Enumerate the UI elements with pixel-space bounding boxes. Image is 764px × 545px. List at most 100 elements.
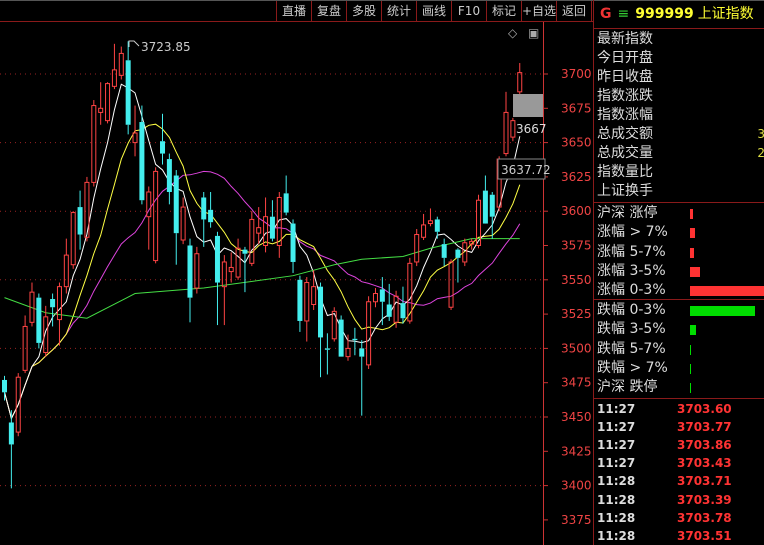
candle	[338, 315, 344, 357]
stock-name: 上证指数	[697, 6, 754, 22]
candle	[324, 333, 330, 375]
candle-body	[510, 120, 516, 138]
value-box-label: 3637.72	[501, 163, 551, 177]
distribution-bar	[690, 228, 695, 239]
candle-body	[153, 170, 159, 262]
info-row: 总成交量 2	[597, 144, 764, 163]
distribution-label: 跌幅 > 7%	[597, 359, 668, 376]
g-icon[interactable]: G	[600, 6, 612, 22]
quote-panel: G ≡ 999999 上证指数 最新指数 今日开盘 昨日收盘 指数涨跌 指数涨幅 总成交额 3 总成…	[593, 0, 764, 545]
candle-body	[318, 286, 324, 338]
candle	[311, 270, 317, 310]
info-row: 最新指数	[597, 30, 764, 49]
y-tick-label: 3450	[561, 410, 592, 424]
tick-row: 11:28 3703.51	[597, 527, 764, 545]
candle-body	[201, 197, 207, 220]
y-tick-label: 3400	[561, 479, 592, 493]
candle-body	[125, 60, 131, 125]
candle-body	[50, 299, 56, 308]
candle-body	[359, 348, 365, 357]
annotations: 3723.85 3667 3637.72 ◇ ▣	[128, 26, 551, 180]
y-tick-label: 3550	[561, 273, 592, 287]
candle-body	[366, 301, 372, 366]
toolbar-button[interactable]: 复盘	[311, 1, 346, 21]
info-label: 指数涨跌	[597, 88, 653, 104]
candle	[256, 207, 262, 245]
candle	[194, 246, 200, 294]
candle-body	[434, 219, 440, 232]
candle	[166, 153, 172, 205]
candle-body	[283, 193, 289, 213]
candle	[482, 175, 488, 224]
window-icon[interactable]: ▣	[528, 26, 539, 40]
y-tick-label: 3675	[561, 101, 592, 115]
candle	[214, 231, 220, 326]
toolbar-button[interactable]: 标记	[486, 1, 521, 21]
candle	[366, 296, 372, 369]
candle-body	[91, 105, 97, 183]
info-row: 指数涨跌	[597, 87, 764, 106]
tick-price: 3703.77	[677, 420, 732, 435]
candle-body	[242, 249, 248, 254]
tick-price: 3703.60	[677, 402, 732, 416]
info-label: 指数量比	[597, 164, 653, 180]
stock-code: 999999	[635, 6, 694, 22]
toolbar-button[interactable]: 画线	[416, 1, 451, 21]
candle	[386, 283, 392, 321]
toolbar-button[interactable]: 多股	[346, 1, 381, 21]
candle	[139, 105, 145, 205]
candle	[2, 375, 7, 401]
candle-body	[441, 244, 447, 258]
distribution-row: 跌幅 0-3%	[597, 301, 764, 320]
tick-time: 11:27	[597, 402, 636, 416]
info-row: 昨日收盘	[597, 68, 764, 87]
distribution-label: 跌幅 5-7%	[597, 340, 666, 357]
toolbar-button[interactable]: F10	[451, 1, 486, 21]
candle-body	[311, 286, 317, 305]
candle	[111, 43, 117, 90]
candle-body	[400, 303, 406, 319]
distribution-bar	[690, 209, 693, 219]
distribution-row: 沪深 涨停	[597, 204, 764, 223]
toolbar-button[interactable]: +自选	[521, 1, 556, 21]
menu-icon[interactable]: ≡	[618, 6, 630, 22]
candle	[242, 246, 248, 293]
candle-body	[214, 235, 220, 283]
candle	[98, 82, 104, 125]
candle	[105, 82, 111, 124]
candle-body	[304, 282, 310, 322]
candle-body	[414, 234, 420, 263]
distribution-bar	[690, 383, 691, 394]
ma10-line	[4, 123, 521, 420]
distribution-bar	[690, 344, 691, 355]
candle-body	[256, 227, 262, 234]
candle-body	[173, 175, 179, 234]
candle	[414, 229, 420, 267]
candle-body	[180, 206, 186, 241]
candle	[269, 200, 275, 242]
toolbar-button[interactable]: 直播	[276, 1, 311, 21]
candle-body	[70, 212, 76, 266]
candle	[469, 238, 475, 250]
distribution-row: 跌幅 3-5%	[597, 320, 764, 339]
tick-row: 11:27 3703.43	[597, 454, 764, 472]
candle-body	[482, 190, 488, 224]
candle-body	[427, 220, 433, 225]
diamond-icon[interactable]: ◇	[508, 26, 518, 40]
distribution-bar	[690, 363, 691, 374]
candle	[77, 190, 83, 250]
high-label: 3723.85	[141, 40, 191, 54]
kline-chart[interactable]: 3700 3675 3650 3625 3600 3575 3550 3525 3500 3475…	[0, 0, 593, 545]
y-tick-label: 3525	[561, 307, 592, 321]
candle-body	[235, 247, 241, 278]
candle-body	[455, 249, 461, 258]
info-value: 2	[757, 146, 764, 160]
toolbar-button[interactable]: 统计	[381, 1, 416, 21]
candle-body	[297, 279, 303, 321]
candle	[503, 91, 509, 157]
candle-body	[345, 347, 351, 358]
candle-body	[2, 379, 7, 393]
toolbar-button[interactable]: 返回	[556, 1, 592, 21]
candle-body	[372, 293, 378, 303]
divider	[594, 398, 764, 399]
